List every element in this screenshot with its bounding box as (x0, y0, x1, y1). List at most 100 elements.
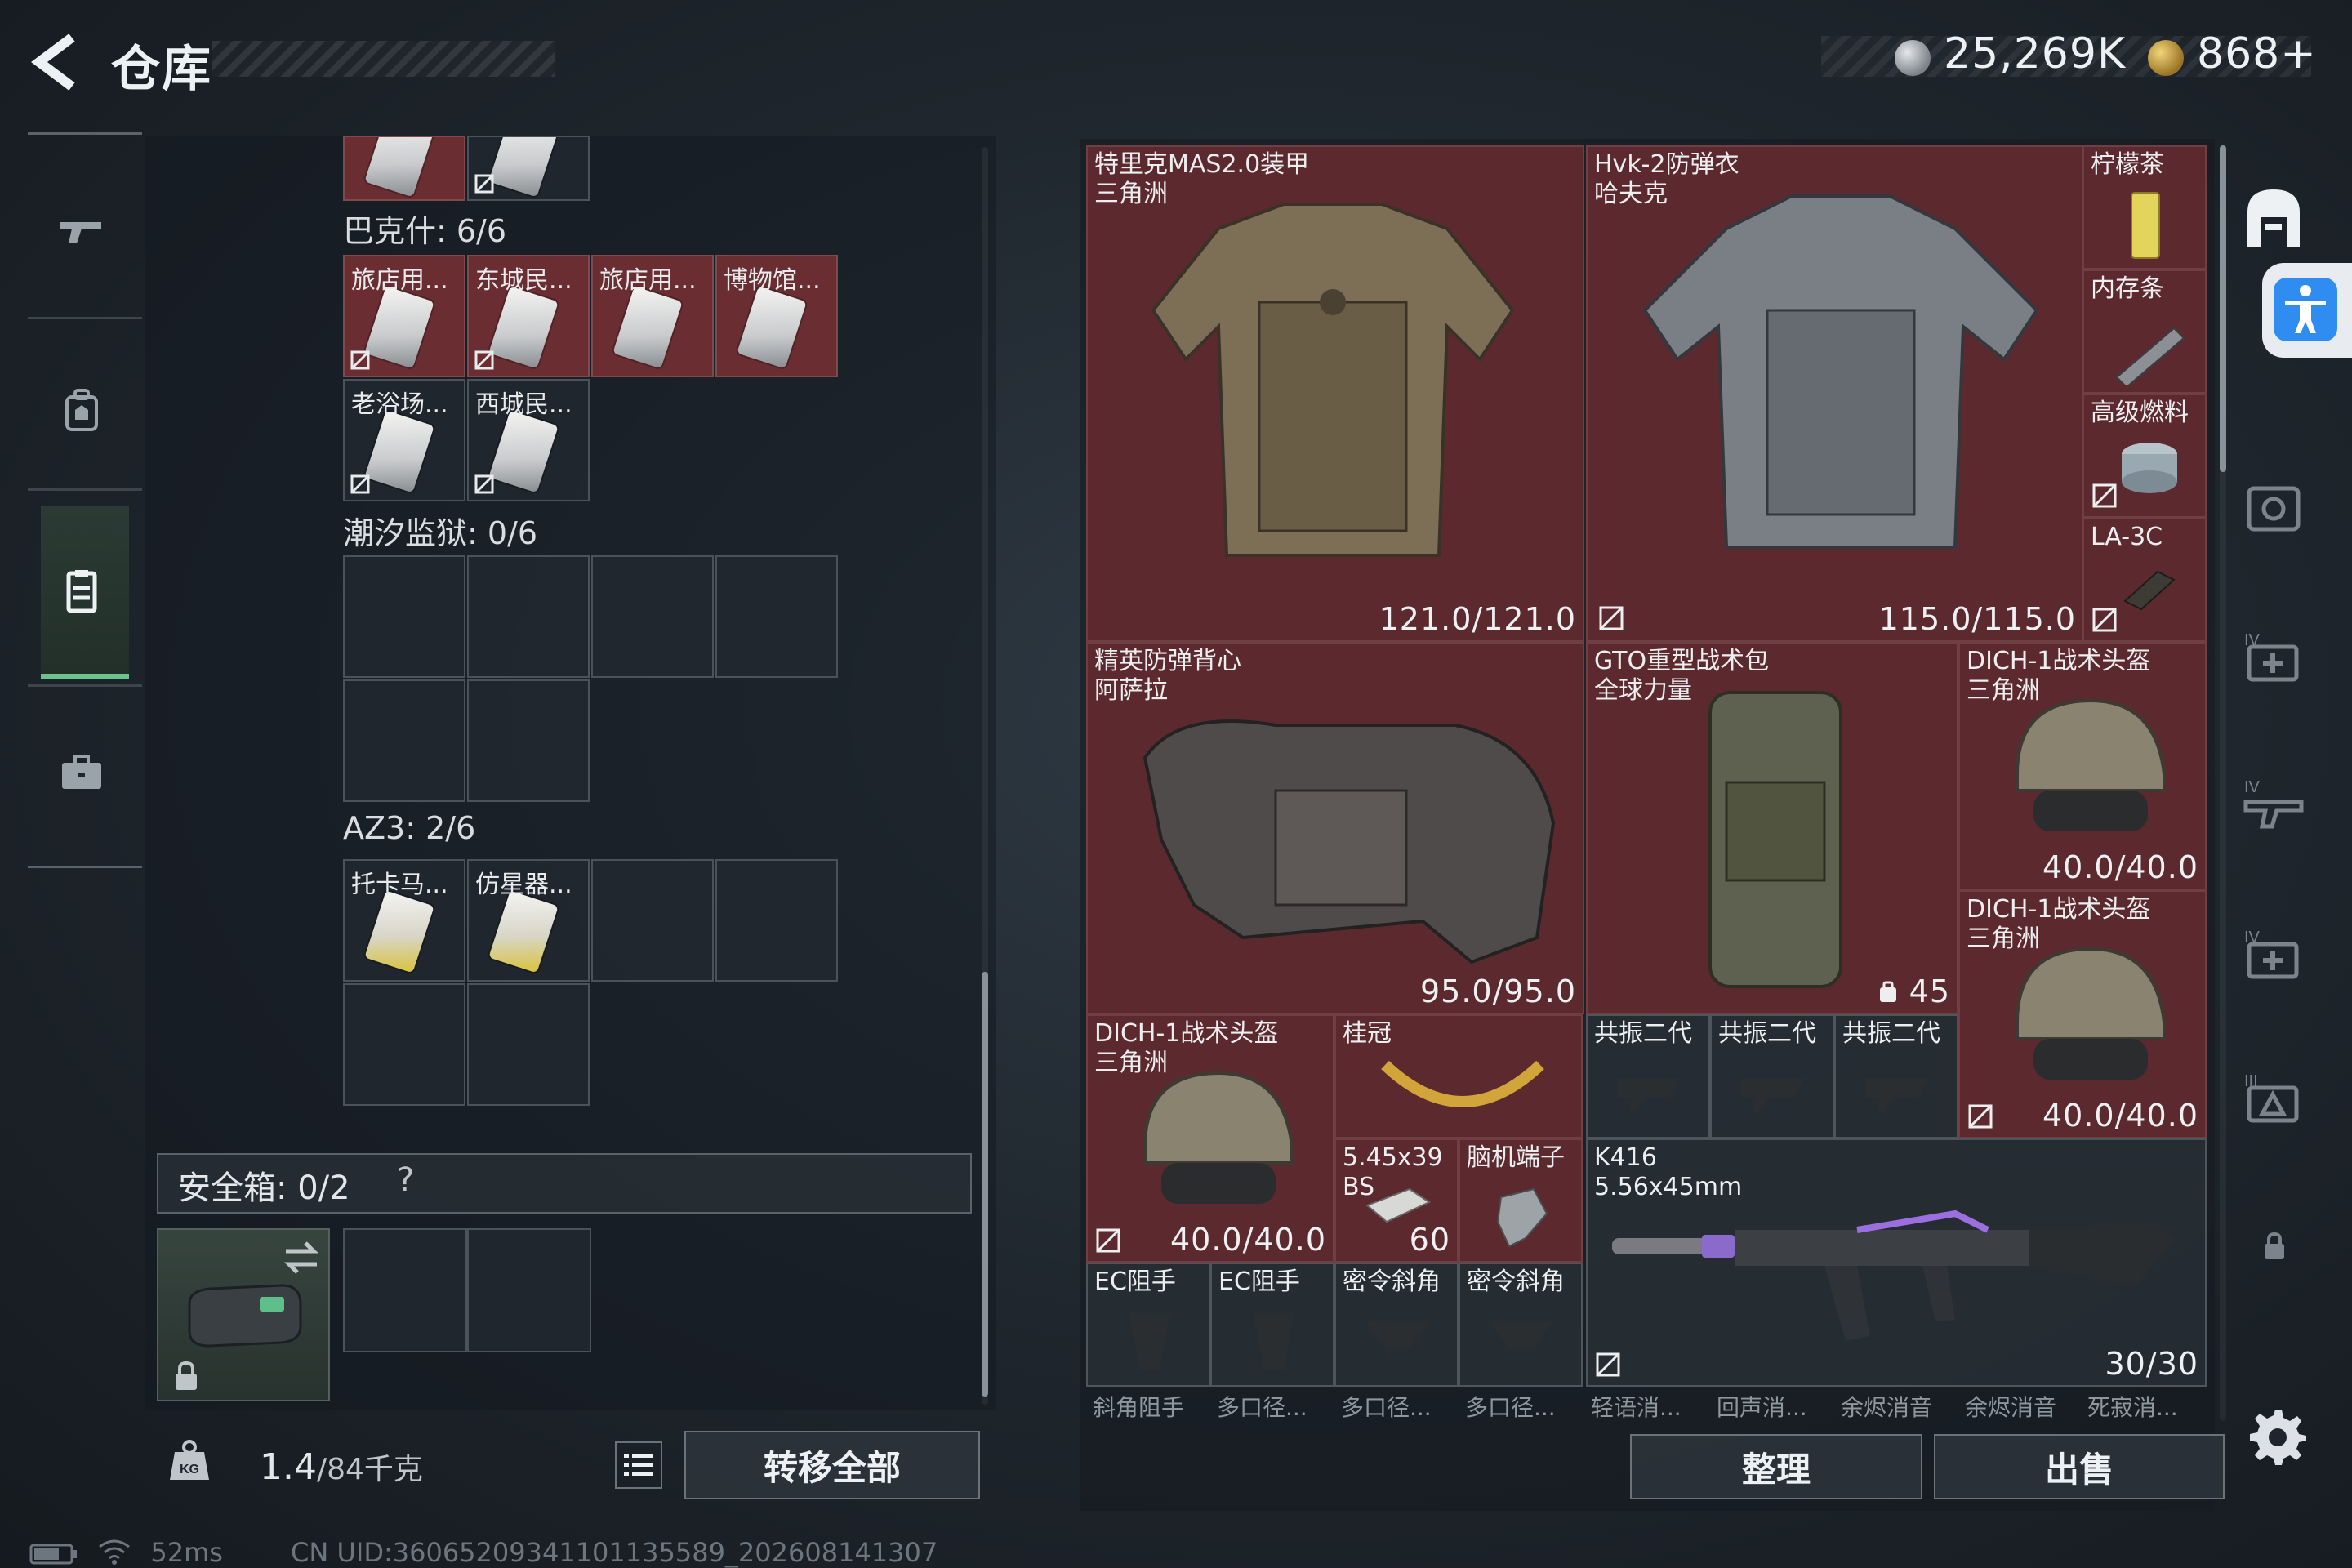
empty-slot[interactable] (715, 859, 838, 982)
help-icon[interactable]: ? (397, 1161, 414, 1199)
nav-divider (28, 684, 142, 687)
grip-icon (1129, 1313, 1169, 1370)
keycard-slot-partial[interactable] (343, 136, 466, 201)
item-name: 旅店用... (599, 266, 697, 295)
briefcase-icon[interactable] (57, 748, 106, 797)
helmet-item[interactable]: DICH-1战术头盔 三角洲 40.0/40.0 (1086, 1014, 1334, 1263)
sell-button[interactable]: 出售 (1934, 1434, 2225, 1499)
grip-item[interactable]: EC阻手 (1210, 1263, 1334, 1387)
safebox-container[interactable] (157, 1228, 330, 1401)
transfer-all-button[interactable]: 转移全部 (684, 1431, 980, 1499)
item-name: 老浴场... (351, 390, 448, 419)
resonator-item[interactable]: 共振二代 (1710, 1014, 1834, 1138)
keycard-slot[interactable]: 博物馆... (715, 255, 838, 377)
warehouse-home-icon[interactable] (2241, 185, 2306, 250)
attachment-icon (1865, 1078, 1929, 1111)
keycard-slot[interactable]: 东城民... (467, 255, 590, 377)
safebox-slot[interactable] (467, 1228, 591, 1352)
weapon-category-icon[interactable]: IV (2241, 773, 2306, 838)
resonator-item[interactable]: 共振二代 (1586, 1014, 1710, 1138)
attachment-icon (1741, 1078, 1805, 1111)
keycard-slot[interactable]: 老浴场... (343, 379, 466, 501)
safebox-slot[interactable] (343, 1228, 467, 1352)
weapon-icon[interactable] (57, 207, 106, 256)
la3c-item[interactable]: LA-3C (2082, 518, 2207, 642)
no-trade-icon (1596, 1352, 1620, 1377)
brain-terminal-item[interactable]: 脑机端子 (1459, 1138, 1583, 1263)
armor-category-icon[interactable] (2241, 477, 2306, 542)
keycard-slot[interactable]: 仿星器... (467, 859, 590, 982)
item-name-partial[interactable]: 斜角阻手 (1093, 1390, 1184, 1423)
empty-slot[interactable] (467, 555, 590, 678)
right-scrollbar-thumb[interactable] (2220, 145, 2226, 472)
list-icon[interactable] (612, 1439, 665, 1491)
angled-grip-item[interactable]: 密令斜角 (1334, 1263, 1459, 1387)
item-name-partial[interactable]: 多口径... (1341, 1390, 1432, 1423)
keycard-slot-partial[interactable] (467, 136, 590, 201)
accessibility-icon (2274, 278, 2337, 341)
medical-category-icon[interactable]: IV (2241, 923, 2306, 988)
attachment-icon (1617, 1078, 1681, 1111)
empty-slot[interactable] (343, 555, 466, 678)
grip-item[interactable]: EC阻手 (1086, 1263, 1210, 1387)
svg-text:KG: KG (180, 1463, 199, 1477)
item-name-partial[interactable]: 余烬消音 (1965, 1390, 2056, 1423)
item-name: 桂冠 (1343, 1019, 1392, 1048)
item-durability: 40.0/40.0 (1169, 1222, 1326, 1258)
empty-slot[interactable] (715, 555, 838, 678)
medkit-category-icon[interactable]: IV (2241, 626, 2306, 691)
item-name-partial[interactable]: 多口径... (1217, 1390, 1307, 1423)
empty-slot[interactable] (467, 983, 590, 1106)
laurel-item[interactable]: 桂冠 (1334, 1014, 1583, 1138)
ammo-category-icon[interactable]: III (2241, 1067, 2306, 1132)
lock-icon[interactable] (2262, 1232, 2287, 1261)
empty-slot[interactable] (343, 679, 466, 802)
add-coins-icon[interactable]: + (2280, 29, 2317, 78)
fuel-item[interactable]: 高级燃料 (2082, 394, 2207, 518)
item-name-partial[interactable]: 多口径... (1465, 1390, 1556, 1423)
empty-slot[interactable] (343, 983, 466, 1106)
keycard-slot[interactable]: 托卡马... (343, 859, 466, 982)
item-name: 内存条 (2091, 274, 2164, 303)
empty-slot[interactable] (591, 859, 714, 982)
body-armor-icon (1642, 194, 2039, 549)
no-trade-icon (2092, 608, 2117, 632)
back-arrow-icon[interactable] (24, 31, 90, 93)
backpack-item[interactable]: GTO重型战术包 全球力量 45 (1586, 642, 1958, 1014)
coin-amount[interactable]: 868+ (2197, 29, 2317, 78)
rifle-item[interactable]: K416 5.56x45mm 30/30 (1586, 1138, 2207, 1387)
terminal-device-icon (1496, 1187, 1548, 1248)
sort-button[interactable]: 整理 (1630, 1434, 1922, 1499)
backpack-capacity: 45 (1878, 973, 1950, 1009)
item-name-partial[interactable]: 余烬消音 (1841, 1390, 1932, 1423)
keycard-slot[interactable]: 旅店用... (591, 255, 714, 377)
helmet-item[interactable]: DICH-1战术头盔 三角洲 40.0/40.0 (1958, 642, 2207, 890)
empty-slot[interactable] (591, 555, 714, 678)
nav-divider (28, 488, 142, 491)
vest-item[interactable]: 精英防弹背心 阿萨拉 95.0/95.0 (1086, 642, 1584, 1014)
ammo-item[interactable]: 5.45x39 BS 60 (1334, 1138, 1459, 1263)
backpack-icon[interactable] (57, 385, 106, 434)
item-name-partial[interactable]: 回声消... (1717, 1390, 1807, 1423)
armor-item[interactable]: 特里克MAS2.0装甲 三角洲 121.0/121.0 (1086, 145, 1584, 642)
status-bar: 52ms (29, 1537, 223, 1568)
angled-grip-item[interactable]: 密令斜角 (1459, 1263, 1583, 1387)
item-name-partial[interactable]: 死寂消... (2087, 1390, 2178, 1423)
empty-slot[interactable] (467, 679, 590, 802)
item-durability: 121.0/121.0 (1379, 601, 1576, 637)
lemon-tea-item[interactable]: 柠檬茶 (2082, 145, 2207, 270)
uid-text: CN UID:36065209341101135589_202608141307 (291, 1537, 938, 1568)
item-name-partial[interactable]: 轻语消... (1591, 1390, 1682, 1423)
ram-item[interactable]: 内存条 (2082, 270, 2207, 394)
item-name: 精英防弹背心 阿萨拉 (1094, 647, 1241, 705)
keycard-slot[interactable]: 旅店用... (343, 255, 466, 377)
left-scrollbar-thumb[interactable] (982, 972, 988, 1396)
grip-icon (1253, 1313, 1294, 1370)
settings-gear-icon[interactable] (2247, 1406, 2306, 1465)
resonator-item[interactable]: 共振二代 (1834, 1014, 1958, 1138)
keycard-slot[interactable]: 西城民... (467, 379, 590, 501)
lock-icon (176, 1361, 197, 1390)
swap-icon[interactable] (281, 1240, 322, 1276)
helmet-item[interactable]: DICH-1战术头盔 三角洲 40.0/40.0 (1958, 890, 2207, 1138)
armor-item[interactable]: Hvk-2防弹衣 哈夫克 115.0/115.0 (1586, 145, 2084, 642)
